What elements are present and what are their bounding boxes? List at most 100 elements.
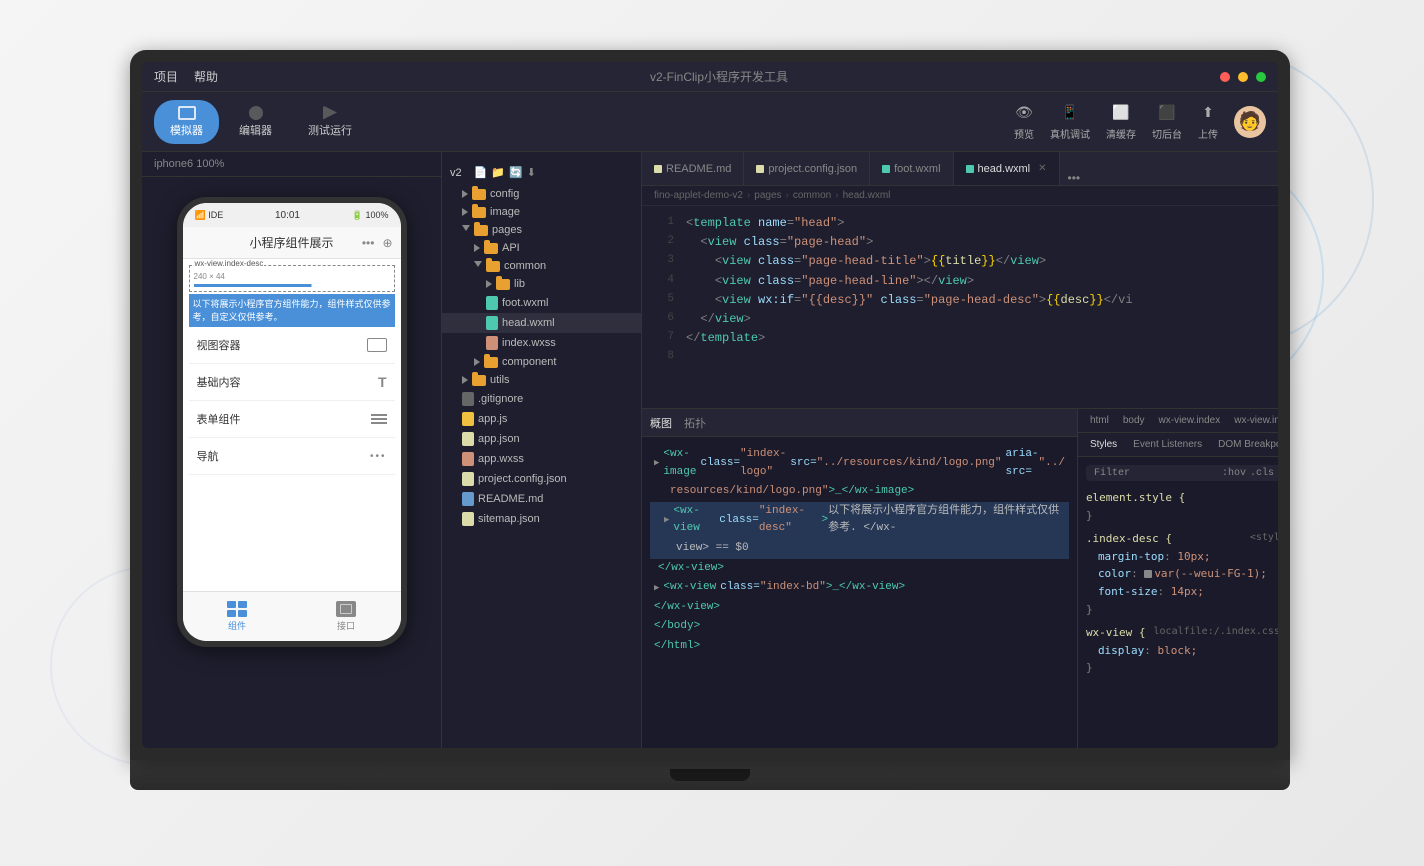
file-label-foot-wxml: foot.wxml — [502, 297, 548, 309]
dom-line-6: ▶ <wx-view class="index-bd">_</wx-view> — [650, 578, 1069, 598]
hov-hint[interactable]: :hov — [1222, 468, 1246, 479]
action-preview[interactable]: 👁 预览 — [1014, 102, 1034, 141]
close-button[interactable] — [1220, 72, 1230, 82]
css-selector-index-desc: .index-desc { — [1086, 532, 1172, 545]
code-editor-content[interactable]: 1 <template name="head"> 2 <view class="… — [642, 206, 1278, 408]
file-label-sitemap: sitemap.json — [478, 513, 540, 525]
list-item-basic-content[interactable]: 基础内容 T — [189, 364, 395, 401]
nav-icon: ••• — [370, 451, 387, 462]
css-filter-input[interactable] — [1134, 467, 1214, 479]
css-el-wx-view-hd[interactable]: wx-view.index-hd — [1230, 413, 1278, 428]
tab-simulate[interactable]: 模拟器 — [154, 100, 219, 144]
user-avatar[interactable]: 🧑 — [1234, 106, 1266, 138]
tab-simulate-label: 模拟器 — [170, 122, 203, 138]
css-el-body[interactable]: body — [1119, 413, 1149, 428]
action-snapshot[interactable]: ⬜ 清缓存 — [1106, 102, 1136, 141]
dom-viewer[interactable]: ▶ <wx-image class="index-logo" src="../r… — [642, 437, 1077, 748]
tab-editor[interactable]: 编辑器 — [223, 100, 288, 144]
file-item-app-js[interactable]: app.js — [442, 409, 641, 429]
file-item-foot-wxml[interactable]: foot.wxml — [442, 293, 641, 313]
dom-tab-outline[interactable]: 概图 — [650, 415, 672, 431]
dom-arrow-3: ▶ — [664, 513, 669, 527]
css-rule-element-style: element.style { } — [1086, 489, 1278, 524]
file-item-project-json[interactable]: project.config.json — [442, 469, 641, 489]
file-item-common[interactable]: common — [442, 257, 641, 275]
minimize-button[interactable] — [1238, 72, 1248, 82]
dom-tag-7: </wx-view> — [654, 599, 720, 617]
file-item-utils[interactable]: utils — [442, 371, 641, 389]
css-panel-tabs: Styles Event Listeners DOM Breakpoints P… — [1078, 433, 1278, 457]
nav-item-api[interactable]: 接口 — [292, 601, 401, 632]
tab-test[interactable]: 测试运行 — [292, 100, 368, 144]
maximize-button[interactable] — [1256, 72, 1266, 82]
file-item-image[interactable]: image — [442, 203, 641, 221]
action-upload[interactable]: ⬆ 上传 — [1198, 102, 1218, 141]
css-prop-mt: margin-top: 10px; — [1098, 550, 1211, 563]
folder-triangle-image — [462, 208, 468, 216]
more-tabs-icon[interactable]: ••• — [1060, 171, 1089, 185]
file-item-lib[interactable]: lib — [442, 275, 641, 293]
file-item-api[interactable]: API — [442, 239, 641, 257]
file-item-pages[interactable]: pages — [442, 221, 641, 239]
file-item-readme[interactable]: README.md — [442, 489, 641, 509]
folder-icon-utils — [472, 375, 486, 386]
editor-tab-head-wxml[interactable]: head.wxml ✕ — [954, 152, 1060, 185]
collapse-icon[interactable]: ⬇ — [527, 166, 536, 179]
editor-tab-readme[interactable]: README.md — [642, 152, 744, 185]
action-cut-backend[interactable]: ⬛ 切后台 — [1152, 102, 1182, 141]
new-file-icon[interactable]: 📄 — [474, 166, 488, 179]
file-item-config[interactable]: config — [442, 185, 641, 203]
editor-tab-foot-wxml[interactable]: foot.wxml — [870, 152, 953, 185]
list-item-form[interactable]: 表单组件 — [189, 401, 395, 438]
folder-triangle-config — [462, 190, 468, 198]
file-item-sitemap[interactable]: sitemap.json — [442, 509, 641, 529]
list-item-nav[interactable]: 导航 ••• — [189, 438, 395, 475]
file-toolbar: 📄 📁 🔄 ⬇ — [466, 164, 544, 181]
dom-tag-9: </html> — [654, 638, 700, 656]
avatar-icon: 🧑 — [1239, 111, 1261, 132]
main-area: iphone6 100% 📶 IDE 10:01 🔋 100% — [142, 152, 1278, 748]
dom-line-2: resources/kind/logo.png">_</wx-image> — [650, 482, 1069, 502]
wxml-icon-foot — [486, 296, 498, 310]
action-cut-backend-label: 切后台 — [1152, 126, 1182, 141]
color-swatch — [1144, 570, 1152, 578]
dom-val-2: "../resources/kind/logo.png" — [817, 455, 1002, 473]
folder-label-api: API — [502, 242, 520, 254]
editor-tab-project-json[interactable]: project.config.json — [744, 152, 870, 185]
cls-hint[interactable]: .cls — [1250, 468, 1274, 479]
refresh-icon[interactable]: 🔄 — [509, 166, 523, 179]
css-tab-dom-breakpoints[interactable]: DOM Breakpoints — [1214, 437, 1278, 452]
new-folder-icon[interactable]: 📁 — [491, 166, 505, 179]
file-item-app-json[interactable]: app.json — [442, 429, 641, 449]
css-content: Filter :hov .cls + — [1078, 457, 1278, 748]
dom-attr-6: class= — [720, 579, 760, 597]
menu-item-project[interactable]: 项目 — [154, 68, 178, 85]
menu-item-help[interactable]: 帮助 — [194, 68, 218, 85]
file-item-gitignore[interactable]: .gitignore — [442, 389, 641, 409]
css-el-html[interactable]: html — [1086, 413, 1113, 428]
file-item-app-wxss[interactable]: app.wxss — [442, 449, 641, 469]
file-item-index-wxss[interactable]: index.wxss — [442, 333, 641, 353]
dom-close-6: >_</wx-view> — [826, 579, 905, 597]
css-rule-index-desc: .index-desc { <style> margin-top: 10px; — [1086, 530, 1278, 618]
highlight-box: wx-view.index-desc 240 × 44 — [189, 265, 395, 292]
dom-line-8: </body> — [650, 617, 1069, 637]
nav-item-components[interactable]: 组件 — [183, 601, 292, 632]
action-real-device[interactable]: 📱 真机调试 — [1050, 102, 1090, 141]
dom-tab-topology[interactable]: 拓扑 — [684, 415, 706, 431]
sep-0: › — [747, 190, 750, 201]
list-item-label-2: 表单组件 — [197, 411, 241, 427]
css-el-wx-view-index[interactable]: wx-view.index — [1155, 413, 1225, 428]
css-filter-bar: Filter :hov .cls + — [1086, 465, 1278, 481]
dom-arrow-1: ▶ — [654, 456, 659, 470]
css-tab-styles[interactable]: Styles — [1086, 437, 1121, 452]
file-item-component[interactable]: component — [442, 353, 641, 371]
css-tab-event-listeners[interactable]: Event Listeners — [1129, 437, 1206, 452]
list-item-view-container[interactable]: 视图容器 — [189, 327, 395, 364]
code-line-2: 2 <view class="page-head"> — [642, 233, 1278, 252]
file-item-head-wxml[interactable]: head.wxml — [442, 313, 641, 333]
close-tab-icon[interactable]: ✕ — [1038, 163, 1046, 174]
css-close-index: } — [1086, 603, 1093, 616]
editor-tab-head-label: head.wxml — [978, 163, 1031, 175]
editor-breadcrumb: fino-applet-demo-v2 › pages › common › h… — [642, 186, 1278, 206]
